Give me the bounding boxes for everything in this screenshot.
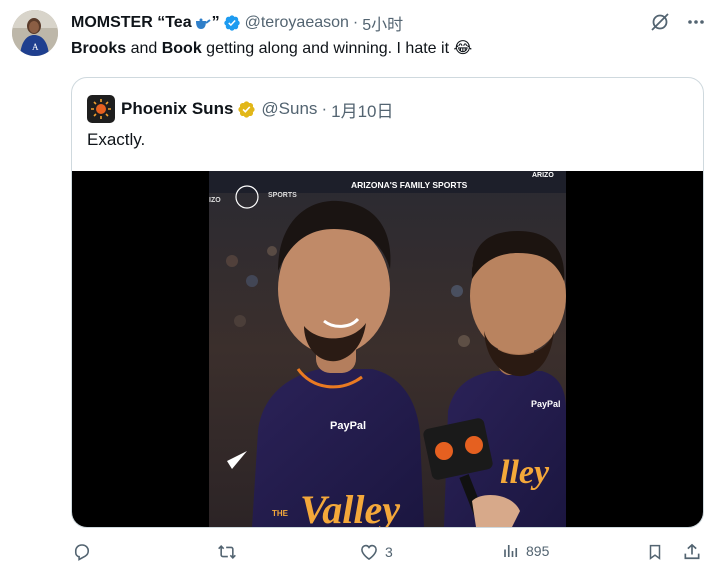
- mention-brooks: Brooks: [71, 40, 127, 57]
- jersey-small-text: THE: [272, 509, 289, 518]
- reply-icon: [74, 544, 90, 561]
- tweet[interactable]: A MOMSTER “Tea ” @teroyaeason · 5小时 Broo…: [0, 0, 720, 573]
- jersey-sponsor-right: PayPal: [531, 399, 561, 409]
- author-display-name-suffix: ”: [211, 14, 220, 31]
- author-avatar[interactable]: A: [12, 10, 58, 56]
- views-icon: [504, 545, 518, 557]
- suns-logo-icon[interactable]: [87, 95, 115, 123]
- share-icon: [684, 543, 700, 560]
- video-thumbnail[interactable]: ARIZONA'S FAMILY SPORTS ARIZO IZO SPORTS: [72, 171, 703, 527]
- views-button[interactable]: 895: [502, 542, 549, 560]
- corner-sports-text: SPORTS: [268, 192, 297, 199]
- quoted-separator: ·: [321, 99, 328, 118]
- share-button[interactable]: [682, 542, 702, 562]
- corner-logo-text: IZO: [209, 197, 221, 204]
- arizona-text: ARIZO: [532, 172, 554, 179]
- author-handle[interactable]: @teroyaeason: [245, 14, 349, 32]
- bookmark-button[interactable]: [646, 542, 664, 562]
- quoted-text: Exactly.: [87, 130, 146, 149]
- mention-book: Book: [161, 40, 202, 57]
- quoted-handle[interactable]: @Suns: [261, 99, 317, 119]
- reply-button[interactable]: [72, 542, 98, 562]
- like-icon: [361, 544, 377, 561]
- more-icon[interactable]: [686, 12, 706, 32]
- tweet-timestamp[interactable]: 5小时: [362, 11, 403, 35]
- quoted-header: Phoenix Suns @Suns · 1月10日: [87, 94, 393, 124]
- grok-icon[interactable]: [650, 12, 670, 32]
- bookmark-icon: [649, 544, 661, 560]
- retweet-icon: [218, 545, 236, 559]
- action-bar: 3 895: [0, 536, 720, 570]
- banner-text: ARIZONA'S FAMILY SPORTS: [351, 180, 468, 190]
- author-display-name[interactable]: MOMSTER “Tea: [71, 14, 192, 32]
- separator-dot: ·: [352, 14, 359, 31]
- svg-text:A: A: [32, 42, 39, 52]
- tweet-text: Brooks and Book getting along and winnin…: [71, 40, 473, 57]
- jersey-sponsor-left: PayPal: [330, 420, 366, 432]
- verified-gold-badge-icon[interactable]: [237, 100, 256, 119]
- tweet-header: MOMSTER “Tea ” @teroyaeason · 5小时: [71, 12, 403, 34]
- quoted-display-name[interactable]: Phoenix Suns: [121, 99, 233, 119]
- quoted-tweet[interactable]: Phoenix Suns @Suns · 1月10日 Exactly. ARIZ…: [71, 77, 704, 528]
- jersey-script-left: Valley: [300, 487, 400, 527]
- verified-badge-icon[interactable]: [223, 14, 241, 32]
- retweet-button[interactable]: [216, 542, 244, 562]
- quoted-timestamp[interactable]: 1月10日: [331, 97, 393, 122]
- laughing-emoji: 😂: [453, 40, 473, 57]
- like-count: 3: [385, 544, 393, 560]
- jersey-script-right: lley: [500, 454, 550, 491]
- views-count: 895: [526, 543, 550, 559]
- teapot-emoji-icon: [193, 16, 211, 30]
- like-button[interactable]: 3: [359, 542, 393, 562]
